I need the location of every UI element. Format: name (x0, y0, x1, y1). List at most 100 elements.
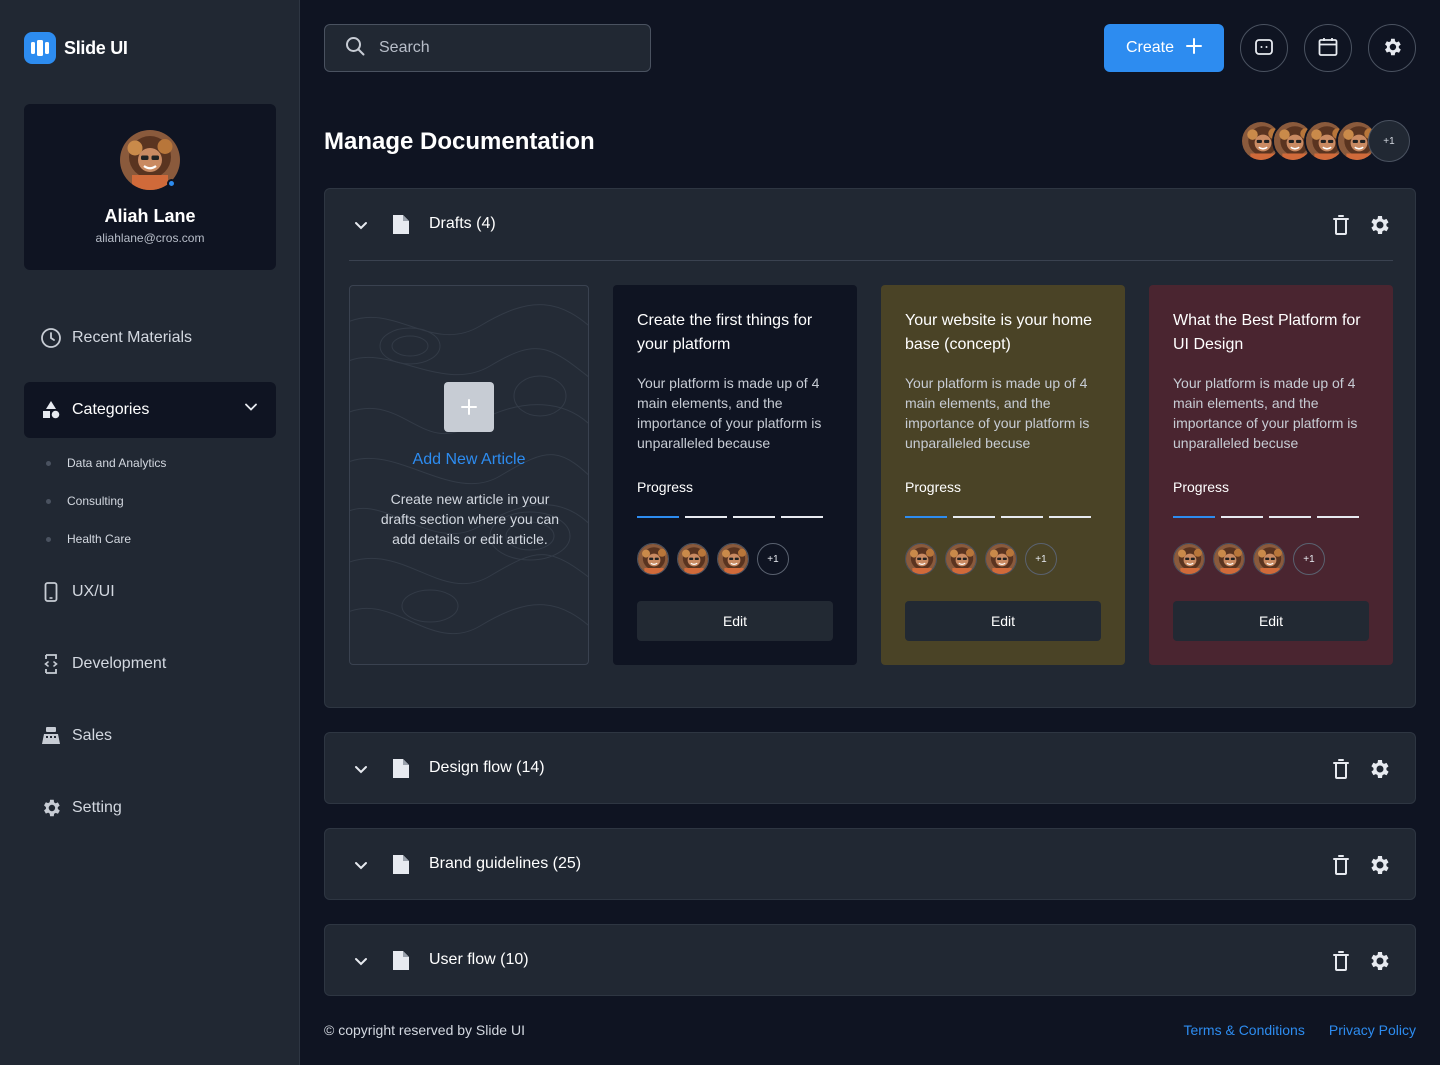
edit-button[interactable]: Edit (637, 601, 833, 641)
progress-segment (733, 516, 775, 518)
gear-icon[interactable] (1367, 213, 1391, 242)
trash-icon[interactable] (1331, 214, 1351, 241)
calendar-icon (1317, 36, 1339, 61)
more-members-badge[interactable]: +1 (1368, 120, 1410, 162)
progress-label: Progress (637, 479, 694, 495)
sidebar-item-sales[interactable]: Sales (40, 725, 112, 747)
progress-segment (781, 516, 823, 518)
progress-segment (685, 516, 727, 518)
create-button[interactable]: Create (1104, 24, 1224, 72)
article-card[interactable]: Create the first things for your platfor… (613, 285, 857, 665)
article-contributors[interactable]: +1 (637, 543, 789, 575)
clock-icon (40, 327, 62, 349)
plus-icon (1186, 37, 1203, 59)
section-title: Drafts (4) (429, 215, 496, 232)
trash-icon[interactable] (1331, 854, 1351, 881)
sidebar-item-label: Setting (72, 799, 122, 816)
article-contributors[interactable]: +1 (1173, 543, 1325, 575)
article-card[interactable]: What the Best Platform for UI Design You… (1149, 285, 1393, 665)
trash-icon[interactable] (1331, 950, 1351, 977)
profile-name: Aliah Lane (104, 206, 196, 226)
gear-icon (1381, 36, 1403, 61)
profile-card[interactable]: Aliah Lane aliahlane@cros.com (24, 104, 276, 270)
section-brand-guidelines: Brand guidelines (25) (324, 828, 1416, 900)
category-item-label: Data and Analytics (67, 456, 167, 470)
add-new-article-card[interactable]: Add New Article Create new article in yo… (349, 285, 589, 665)
progress-bar (1173, 516, 1359, 518)
brand-name: Slide UI (64, 37, 128, 58)
sidebar-item-categories[interactable]: Categories (24, 382, 276, 438)
section-drafts: Drafts (4) Add New Article Create new ar… (324, 188, 1416, 708)
sidebar-item-label: UX/UI (72, 583, 115, 600)
progress-segment (1317, 516, 1359, 518)
section-design-flow: Design flow (14) (324, 732, 1416, 804)
article-title: Create the first things for your platfor… (637, 312, 813, 353)
more-contributors-badge[interactable]: +1 (1025, 543, 1057, 575)
sidebar-item-setting[interactable]: Setting (40, 797, 122, 819)
avatar (1173, 543, 1205, 575)
chevron-down-icon[interactable] (351, 951, 371, 976)
team-avatars[interactable]: +1 (1240, 120, 1410, 164)
article-contributors[interactable]: +1 (905, 543, 1057, 575)
chat-icon (1253, 36, 1275, 61)
shapes-icon (40, 399, 62, 421)
progress-segment (953, 516, 995, 518)
article-description: Your platform is made up of 4 main eleme… (637, 375, 822, 451)
sidebar-item-label: Sales (72, 727, 113, 744)
sidebar-item-development[interactable]: Development (40, 653, 166, 675)
phone-icon (40, 581, 62, 603)
terms-link[interactable]: Terms & Conditions (1183, 1022, 1304, 1038)
chat-button[interactable] (1240, 24, 1288, 72)
settings-button[interactable] (1368, 24, 1416, 72)
gear-icon[interactable] (1367, 949, 1391, 978)
add-article-button[interactable] (444, 382, 494, 432)
article-title: Your website is your home base (concept) (905, 312, 1093, 353)
article-card[interactable]: Your website is your home base (concept)… (881, 285, 1125, 665)
section-header[interactable]: Brand guidelines (25) (325, 829, 1415, 901)
sidebar-item-recent-materials[interactable]: Recent Materials (40, 327, 192, 349)
avatar (677, 543, 709, 575)
edit-button[interactable]: Edit (905, 601, 1101, 641)
more-contributors-badge[interactable]: +1 (757, 543, 789, 575)
category-item[interactable]: Health Care (46, 532, 131, 546)
search-input[interactable] (379, 39, 619, 57)
avatar (120, 130, 180, 190)
bullet-icon (46, 460, 51, 466)
file-icon (391, 949, 411, 976)
plus-icon (461, 399, 477, 415)
gear-icon[interactable] (1367, 757, 1391, 786)
add-article-title[interactable]: Add New Article (350, 451, 588, 469)
progress-label: Progress (905, 479, 962, 495)
category-item[interactable]: Data and Analytics (46, 456, 166, 470)
category-item[interactable]: Consulting (46, 494, 124, 508)
progress-segment (1173, 516, 1215, 518)
chevron-down-icon[interactable] (351, 855, 371, 880)
more-contributors-badge[interactable]: +1 (1293, 543, 1325, 575)
trash-icon[interactable] (1331, 758, 1351, 785)
cash-register-icon (40, 725, 62, 747)
divider (349, 260, 1393, 261)
privacy-link[interactable]: Privacy Policy (1329, 1022, 1416, 1038)
category-item-label: Consulting (67, 494, 124, 508)
file-icon (391, 757, 411, 784)
section-header[interactable]: User flow (10) (325, 925, 1415, 997)
chevron-down-icon[interactable] (351, 759, 371, 784)
progress-bar (905, 516, 1091, 518)
brand[interactable]: Slide UI (24, 32, 128, 64)
sidebar-item-label: Recent Materials (72, 329, 193, 346)
code-file-icon (40, 653, 62, 675)
bullet-icon (46, 536, 51, 542)
sidebar-item-label: Development (72, 655, 167, 672)
calendar-button[interactable] (1304, 24, 1352, 72)
sidebar-item-ux-ui[interactable]: UX/UI (40, 581, 115, 603)
gear-icon[interactable] (1367, 853, 1391, 882)
chevron-down-icon[interactable] (351, 215, 371, 240)
search-bar[interactable] (324, 24, 651, 72)
online-status-dot (167, 179, 176, 188)
avatar (1213, 543, 1245, 575)
progress-segment (637, 516, 679, 518)
section-header[interactable]: Drafts (4) (325, 189, 1415, 261)
section-header[interactable]: Design flow (14) (325, 733, 1415, 805)
edit-button[interactable]: Edit (1173, 601, 1369, 641)
progress-label: Progress (1173, 479, 1230, 495)
